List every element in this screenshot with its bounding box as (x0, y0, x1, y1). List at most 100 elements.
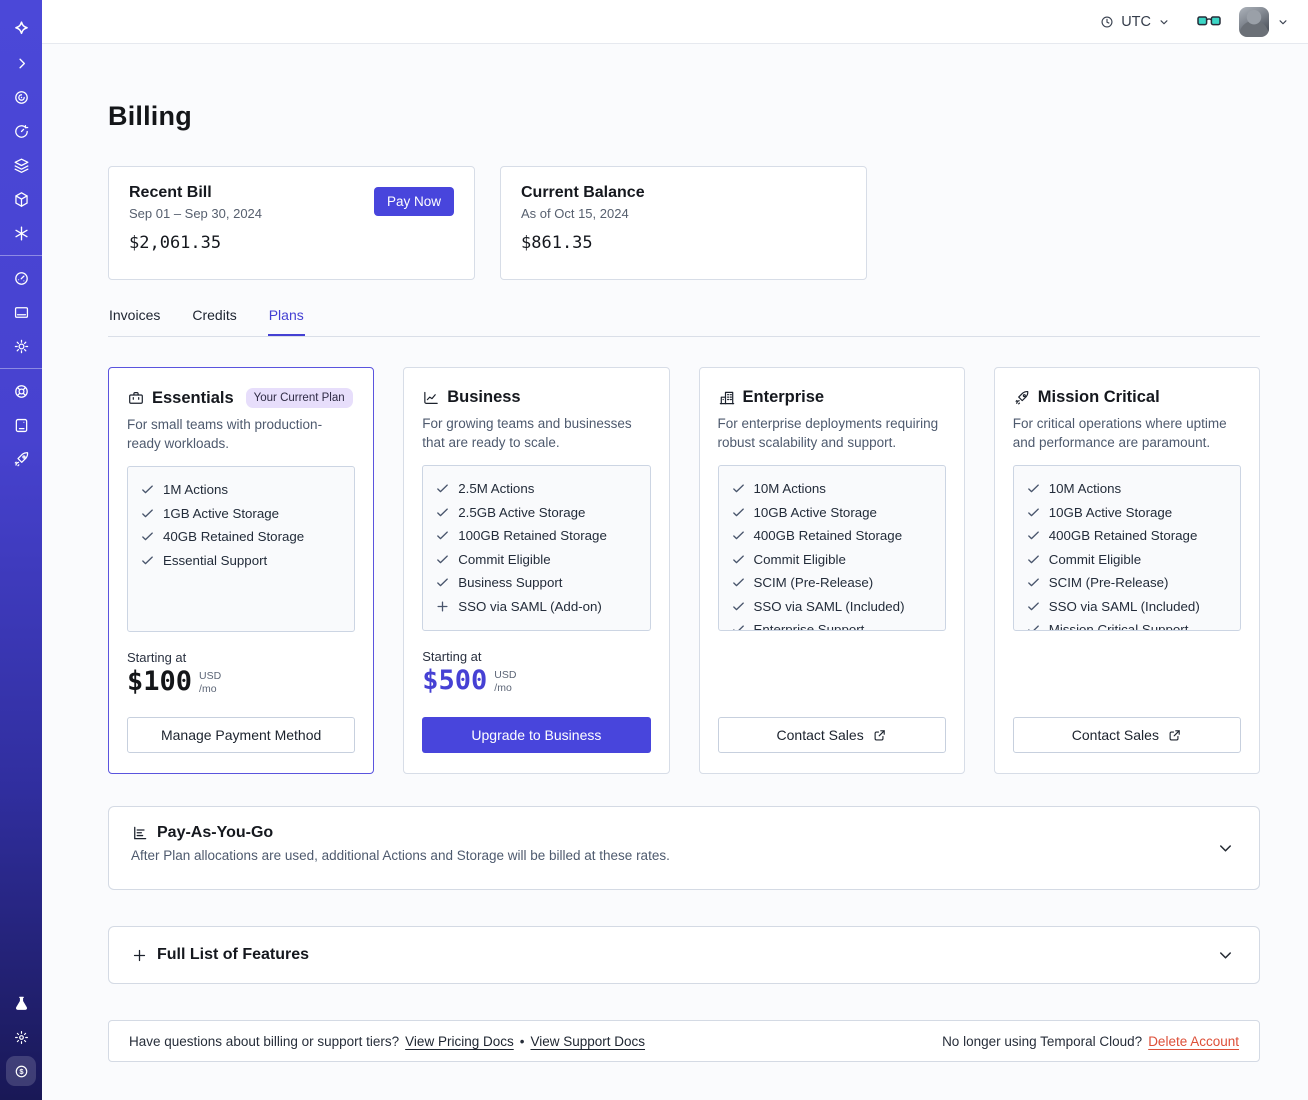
payg-accordion[interactable]: Pay-As-You-Go After Plan allocations are… (108, 806, 1260, 890)
payg-subtitle: After Plan allocations are used, additio… (131, 848, 670, 863)
plan-currency: USD (199, 669, 222, 682)
summary-row: Recent Bill Sep 01 – Sep 30, 2024 $2,061… (108, 166, 1260, 280)
plan-card-essentials: Essentials Your Current Plan For small t… (108, 367, 375, 774)
plan-feature-item: 1GB Active Storage (140, 506, 342, 521)
tab-plans[interactable]: Plans (267, 307, 305, 336)
rocket-icon[interactable] (0, 442, 42, 476)
clock-icon (1099, 14, 1115, 30)
plan-feature-item: Commit Eligible (435, 552, 637, 567)
temporal-logo-icon[interactable] (0, 12, 42, 46)
plan-feature-label: 2.5GB Active Storage (458, 504, 586, 520)
plan-card-business: Business For growing teams and businesse… (403, 367, 670, 774)
upgrade-business-button[interactable]: Upgrade to Business (422, 717, 651, 753)
manage-payment-button[interactable]: Manage Payment Method (127, 717, 356, 753)
page-title: Billing (108, 101, 192, 131)
starting-at-label: Starting at (422, 649, 482, 665)
timezone-selector[interactable]: UTC (1099, 14, 1171, 30)
plan-feature-label: 40GB Retained Storage (163, 529, 305, 544)
asterisk-icon[interactable] (0, 216, 42, 250)
contact-sales-button[interactable]: Contact Sales (717, 717, 946, 753)
plan-feature-item: Mission Critical Support (1026, 622, 1228, 631)
top-bar: UTC (42, 0, 1308, 44)
current-balance-card: Current Balance As of Oct 15, 2024 $861.… (500, 166, 867, 280)
current-balance-asof: As of Oct 15, 2024 (521, 206, 629, 221)
plan-name: Mission Critical (1037, 388, 1160, 406)
billing-tabs: Invoices Credits Plans (108, 307, 1260, 337)
chart-line-icon (422, 389, 440, 407)
plan-feature-item: 10M Actions (731, 481, 933, 496)
plan-feature-label: Business Support (458, 575, 563, 590)
plan-feature-label: 10M Actions (753, 481, 826, 496)
plan-feature-label: SSO via SAML (Included) (1048, 598, 1200, 614)
payg-title: Pay-As-You-Go (157, 824, 274, 841)
brightness-icon[interactable] (0, 1020, 42, 1054)
card-panel-icon[interactable] (0, 295, 42, 329)
plan-feature-item: SCIM (Pre-Release) (1026, 575, 1228, 590)
user-menu[interactable] (1239, 6, 1290, 37)
plan-feature-label: Enterprise Support (753, 622, 865, 632)
plan-feature-item: 400GB Retained Storage (1026, 528, 1228, 543)
tab-credits[interactable]: Credits (191, 307, 237, 336)
check-icon (140, 529, 155, 544)
chevron-down-icon[interactable] (1216, 946, 1235, 965)
pricing-docs-link[interactable]: View Pricing Docs (405, 1034, 514, 1049)
plan-feature-item: SSO via SAML (Included) (731, 599, 933, 614)
plan-price: $500 (422, 665, 488, 697)
check-icon (731, 599, 746, 614)
main-content: Billing Recent Bill Sep 01 – Sep 30, 202… (42, 101, 1308, 1062)
check-icon (435, 575, 450, 590)
plan-feature-label: Commit Eligible (1048, 551, 1142, 567)
billing-dollar-icon[interactable]: $ (6, 1056, 36, 1086)
support-icon[interactable] (0, 374, 42, 408)
delete-account-link[interactable]: Delete Account (1148, 1034, 1239, 1049)
contact-sales-button[interactable]: Contact Sales (1012, 717, 1241, 753)
plan-feature-label: 400GB Retained Storage (753, 528, 903, 543)
plan-feature-label: 10GB Active Storage (1048, 504, 1173, 520)
gauge-icon[interactable] (0, 261, 42, 295)
plan-feature-label: 100GB Retained Storage (458, 528, 607, 543)
check-icon (731, 552, 746, 567)
plan-feature-item: 10GB Active Storage (731, 505, 933, 520)
plan-feature-item: Commit Eligible (1026, 552, 1228, 567)
chevron-down-icon (1157, 15, 1171, 29)
plan-feature-item: SSO via SAML (Included) (1026, 599, 1228, 614)
plans-grid: Essentials Your Current Plan For small t… (108, 367, 1260, 774)
chevron-right-icon[interactable] (0, 46, 42, 80)
plan-feature-label: 1M Actions (163, 482, 229, 497)
plan-feature-item: SCIM (Pre-Release) (731, 575, 933, 590)
check-icon (1026, 599, 1041, 614)
plan-feature-label: SCIM (Pre-Release) (1048, 575, 1169, 590)
check-icon (1026, 505, 1041, 520)
docs-icon[interactable] (0, 408, 42, 442)
plan-feature-item: 1M Actions (140, 482, 342, 497)
full-features-accordion[interactable]: Full List of Features (108, 926, 1260, 984)
check-icon (731, 622, 746, 631)
recent-bill-card: Recent Bill Sep 01 – Sep 30, 2024 $2,061… (108, 166, 475, 280)
plan-feature-item: 400GB Retained Storage (731, 528, 933, 543)
plan-feature-item: Enterprise Support (731, 622, 933, 631)
plan-feature-item: Commit Eligible (731, 552, 933, 567)
plan-feature-label: SCIM (Pre-Release) (753, 575, 874, 590)
support-docs-link[interactable]: View Support Docs (530, 1034, 645, 1049)
pay-now-button[interactable]: Pay Now (373, 187, 454, 216)
cube-icon[interactable] (0, 182, 42, 216)
plan-feature-label: Commit Eligible (458, 551, 551, 567)
starting-at-label: Starting at (127, 649, 187, 665)
layers-icon[interactable] (0, 148, 42, 182)
chevron-down-icon[interactable] (1216, 839, 1235, 858)
plan-currency: USD (494, 669, 517, 682)
gear-icon[interactable] (0, 329, 42, 363)
namespace-icon[interactable] (0, 80, 42, 114)
check-icon (731, 528, 746, 543)
tab-invoices[interactable]: Invoices (108, 307, 161, 336)
plan-feature-item: 2.5M Actions (435, 481, 637, 496)
plan-feature-item: 100GB Retained Storage (435, 528, 637, 543)
footer-bar: Have questions about billing or support … (108, 1020, 1260, 1062)
glasses-icon[interactable] (1197, 15, 1221, 29)
external-link-icon (1167, 728, 1182, 743)
timer-icon[interactable] (0, 114, 42, 148)
current-balance-title: Current Balance (521, 184, 645, 201)
plan-feature-item: 2.5GB Active Storage (435, 505, 637, 520)
plan-card-mission-critical: Mission Critical For critical operations… (993, 367, 1260, 774)
flask-icon[interactable] (0, 986, 42, 1020)
